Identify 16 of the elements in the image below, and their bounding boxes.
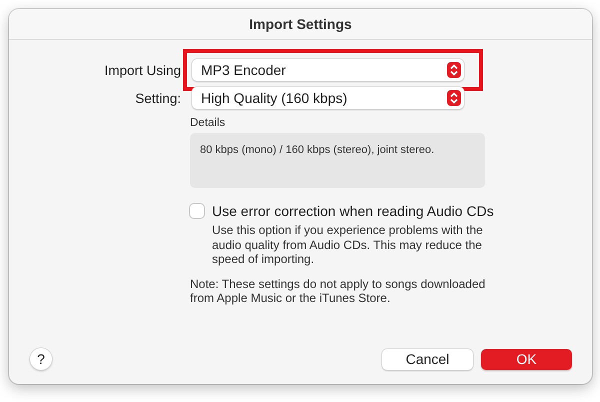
option-description: Use this option if you experience problems with the audio quality from Audio CDs. This may reduce the speed of importing.	[212, 223, 484, 266]
note-text: Note: These settings do not apply to songs downloaded from Apple Music or the iTunes Store.	[190, 276, 486, 306]
field-label: Setting:	[134, 90, 182, 106]
popup-menu[interactable]: MP3 Encoder	[192, 59, 464, 81]
field-label: Import Using	[103, 62, 182, 78]
stepper-icon	[447, 62, 461, 78]
ok-button[interactable]: OK	[481, 348, 572, 370]
details-label: Details	[190, 117, 226, 129]
checkbox[interactable]	[190, 204, 204, 218]
cancel-button[interactable]: Cancel	[382, 348, 473, 370]
details-box: 80 kbps (mono) / 160 kbps (stereo), joint stereo.	[190, 133, 485, 188]
help-button[interactable]: ?	[30, 348, 52, 370]
popup-menu[interactable]: High Quality (160 kbps)	[192, 87, 464, 109]
stepper-icon	[447, 90, 461, 106]
window-title: Import Settings	[249, 16, 352, 32]
checkbox-label: Use error correction when reading Audio CDs	[212, 203, 494, 219]
